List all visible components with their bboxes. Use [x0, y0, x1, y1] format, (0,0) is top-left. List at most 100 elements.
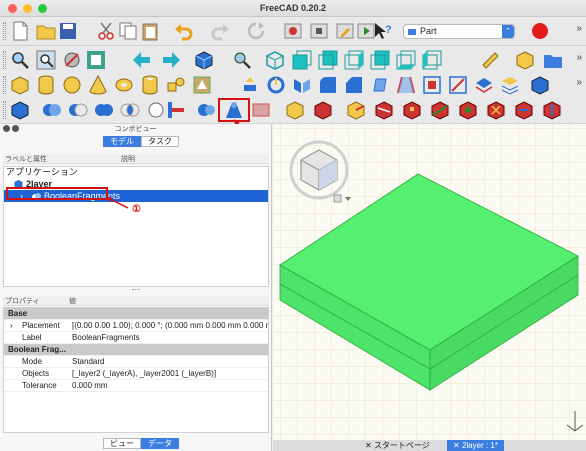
new-file-icon[interactable] [10, 21, 30, 41]
boolean-icon[interactable] [42, 100, 62, 120]
expand-arrow-icon[interactable]: › [10, 320, 13, 332]
refresh-icon[interactable] [246, 21, 266, 41]
nav-cube-menu-icon[interactable] [333, 194, 355, 204]
primitives-icon[interactable] [166, 75, 186, 95]
sphere-icon[interactable] [62, 75, 82, 95]
close-panel-icon[interactable] [3, 125, 10, 132]
draw-style-icon[interactable] [62, 50, 82, 70]
tab-task[interactable]: タスク [141, 136, 179, 147]
cut-icon[interactable] [96, 21, 116, 41]
std-views-icon[interactable] [232, 50, 252, 70]
check-geometry-icon[interactable] [196, 100, 216, 120]
color-per-face-icon[interactable] [313, 100, 333, 120]
part-tools-d-icon[interactable] [486, 100, 506, 120]
chamfer-icon[interactable] [344, 75, 364, 95]
splitter-handle[interactable] [132, 289, 140, 292]
column-description[interactable]: 説明 [121, 154, 135, 164]
redo-icon[interactable] [210, 21, 230, 41]
fillet-icon[interactable] [318, 75, 338, 95]
cylinder-icon[interactable] [36, 75, 56, 95]
bounding-box-icon[interactable] [86, 50, 106, 70]
make-face-icon[interactable] [370, 75, 390, 95]
extrude-icon[interactable] [240, 75, 260, 95]
split-icon[interactable] [166, 100, 186, 120]
view-front-icon[interactable] [292, 50, 312, 70]
workbench-selector[interactable]: Part ⌃ [403, 24, 515, 39]
tab-view[interactable]: ビュー [103, 438, 141, 449]
fit-selection-icon[interactable] [36, 50, 56, 70]
group-icon[interactable] [543, 50, 563, 70]
save-icon[interactable] [58, 21, 78, 41]
open-file-icon[interactable] [36, 21, 56, 41]
view-rear-icon[interactable] [370, 50, 390, 70]
close-icon[interactable]: ✕ [365, 441, 374, 450]
stop-macro-icon[interactable] [530, 21, 550, 41]
property-row-label[interactable]: Label BooleanFragments [4, 332, 268, 344]
cone-icon[interactable] [88, 75, 108, 95]
property-row-objects[interactable]: Objects [_layer2 (_layerA), _layer2001 (… [4, 368, 268, 380]
column-property[interactable]: プロパティ [5, 296, 40, 306]
sweep-icon[interactable] [448, 75, 468, 95]
container-icon[interactable] [346, 100, 366, 120]
macro-edit-icon[interactable] [335, 21, 355, 41]
part-tools-c-icon[interactable] [458, 100, 478, 120]
whats-this-icon[interactable]: ? [373, 21, 393, 41]
float-panel-icon[interactable] [12, 125, 19, 132]
explode-compound-icon[interactable] [374, 100, 394, 120]
macro-record-icon[interactable] [283, 21, 303, 41]
tab-2layer[interactable]: ✕ 2layer : 1* [447, 440, 504, 451]
overflow-icon[interactable]: » [576, 77, 582, 88]
copy-icon[interactable] [118, 21, 138, 41]
ruled-surface-icon[interactable] [396, 75, 416, 95]
slice-apart-icon[interactable] [251, 100, 271, 120]
property-row-mode[interactable]: Mode Standard [4, 356, 268, 368]
property-group-boolean-fragments[interactable]: Boolean Frag... [4, 344, 268, 356]
revolve-icon[interactable] [266, 75, 286, 95]
shape-builder-icon[interactable] [192, 75, 212, 95]
column-labels[interactable]: ラベルと属性 [5, 154, 47, 164]
measure-icon[interactable] [480, 50, 500, 70]
property-group-base[interactable]: Base [4, 308, 268, 320]
paste-icon[interactable] [140, 21, 160, 41]
overflow-icon[interactable]: » [576, 23, 582, 34]
close-icon[interactable]: ✕ [453, 441, 462, 450]
part-tools-a-icon[interactable] [402, 100, 422, 120]
fuse-icon[interactable] [94, 100, 114, 120]
join-features-icon[interactable] [146, 100, 166, 120]
tab-start-page[interactable]: ✕ スタートページ [359, 440, 436, 451]
undo-icon[interactable] [174, 21, 194, 41]
fit-all-icon[interactable] [10, 50, 30, 70]
3d-viewport[interactable] [273, 124, 586, 440]
axonometric-view-icon[interactable] [194, 50, 214, 70]
view-left-icon[interactable] [422, 50, 442, 70]
view-bottom-icon[interactable] [396, 50, 416, 70]
cube-icon[interactable] [10, 75, 30, 95]
attachment-icon[interactable] [285, 100, 305, 120]
forward-arrow-icon[interactable] [161, 50, 181, 70]
tube-icon[interactable] [140, 75, 160, 95]
torus-icon[interactable] [114, 75, 134, 95]
cut-boolean-icon[interactable] [68, 100, 88, 120]
part-tools-b-icon[interactable] [430, 100, 450, 120]
mirror-icon[interactable] [292, 75, 312, 95]
macro-stop-icon[interactable] [309, 21, 329, 41]
cross-sections-icon[interactable] [500, 75, 520, 95]
tab-data[interactable]: データ [141, 438, 179, 449]
back-arrow-icon[interactable] [132, 50, 152, 70]
offset-icon[interactable] [530, 75, 550, 95]
view-iso-icon[interactable] [265, 50, 285, 70]
part-tools-f-icon[interactable] [542, 100, 562, 120]
part-icon[interactable] [515, 50, 535, 70]
view-top-icon[interactable] [318, 50, 338, 70]
overflow-icon[interactable]: » [576, 52, 582, 63]
compound-tools-icon[interactable] [10, 100, 30, 120]
property-row-tolerance[interactable]: Tolerance 0.000 mm [4, 380, 268, 392]
column-value[interactable]: 値 [69, 296, 76, 306]
common-icon[interactable] [120, 100, 140, 120]
tab-model[interactable]: モデル [103, 136, 141, 147]
part-tools-e-icon[interactable] [514, 100, 534, 120]
view-right-icon[interactable] [344, 50, 364, 70]
property-row-placement[interactable]: › Placement [(0.00 0.00 1.00); 0.000 °; … [4, 320, 268, 332]
loft-icon[interactable] [422, 75, 442, 95]
section-icon[interactable] [474, 75, 494, 95]
